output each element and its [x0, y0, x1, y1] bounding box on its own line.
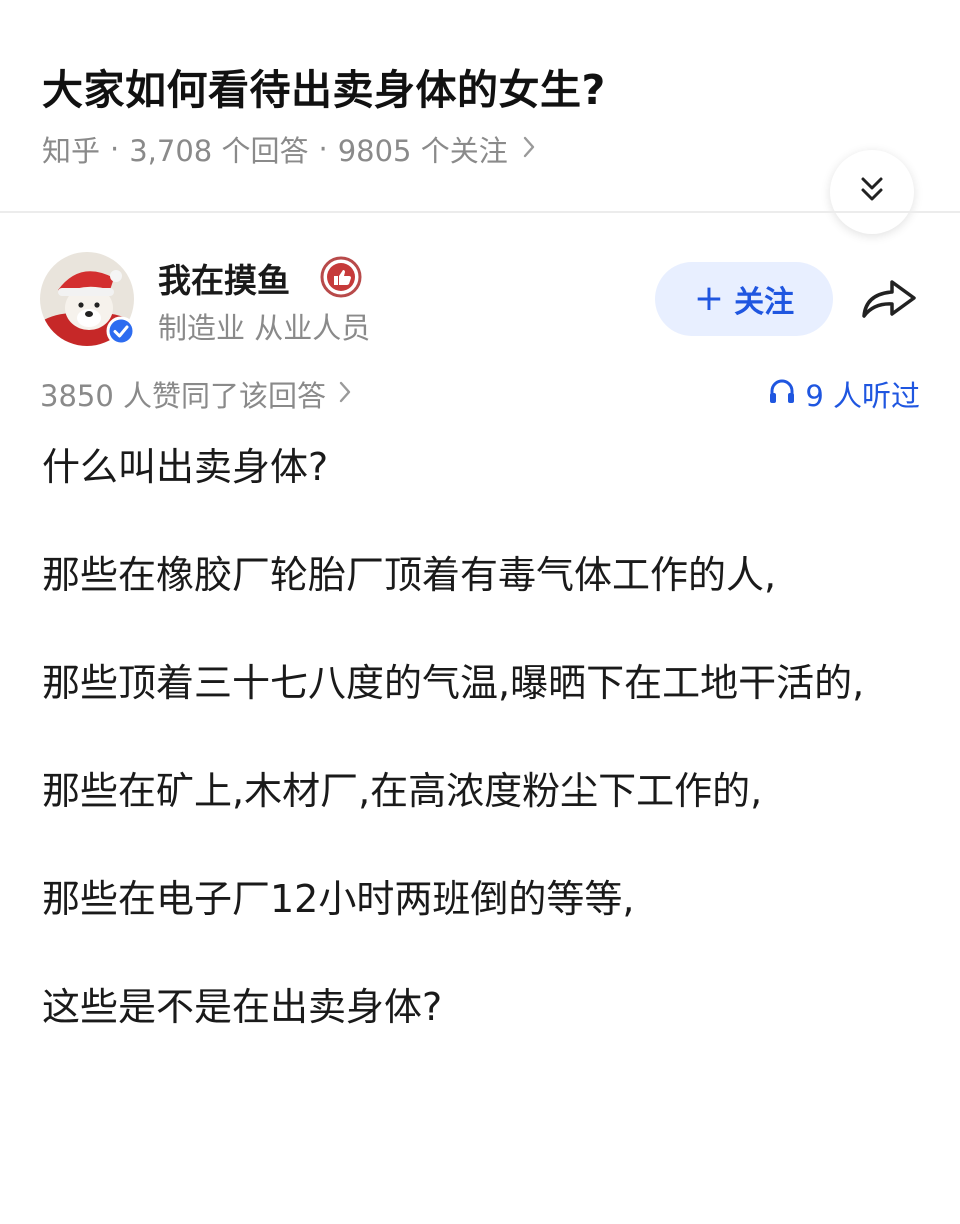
- answer-paragraph: 什么叫出卖身体?: [42, 445, 329, 489]
- chevron-right-icon: [522, 133, 536, 166]
- listen-label: 9 人听过: [805, 379, 920, 413]
- answer-paragraph: 那些在电子厂12小时两班倒的等等,: [42, 877, 635, 921]
- answer-content: 什么叫出卖身体? 那些在橡胶厂轮胎厂顶着有毒气体工作的人, 那些顶着三十七八度的…: [42, 440, 912, 1088]
- follower-count: 9805 个关注: [337, 134, 508, 168]
- chevron-right-icon: [338, 377, 352, 411]
- author-description: 制造业 从业人员: [158, 311, 371, 345]
- plus-icon: +: [693, 278, 725, 319]
- double-chevron-down-icon: [857, 175, 887, 209]
- collapse-button[interactable]: [830, 150, 914, 234]
- answer-paragraph: 那些在橡胶厂轮胎厂顶着有毒气体工作的人,: [42, 553, 777, 597]
- avatar[interactable]: [40, 252, 136, 346]
- meta-separator: ·: [110, 132, 120, 166]
- listen-count[interactable]: 9 人听过: [767, 373, 920, 415]
- answer-paragraph: 这些是不是在出卖身体?: [42, 985, 443, 1029]
- follow-button[interactable]: + 关注: [655, 262, 833, 336]
- header-divider: [0, 211, 960, 213]
- headphones-icon: [767, 376, 797, 413]
- verified-check-icon: [106, 316, 136, 350]
- follow-label: 关注: [734, 285, 795, 320]
- vote-label: 3850 人赞同了该回答: [40, 379, 327, 413]
- meta-separator: ·: [318, 132, 328, 166]
- answer-paragraph: 那些在矿上,木材厂,在高浓度粉尘下工作的,: [42, 769, 763, 813]
- share-arrow-icon[interactable]: [860, 276, 918, 322]
- question-title: 大家如何看待出卖身体的女生?: [42, 66, 606, 114]
- vote-count[interactable]: 3850 人赞同了该回答: [40, 373, 352, 415]
- author-name[interactable]: 我在摸鱼: [158, 254, 290, 302]
- answer-paragraph: 那些顶着三十七八度的气温,曝晒下在工地干活的,: [42, 661, 865, 705]
- question-meta[interactable]: 知乎 · 3,708 个回答 · 9805 个关注: [42, 128, 536, 170]
- source-label: 知乎: [42, 134, 101, 168]
- thumb-badge-icon: [320, 256, 362, 298]
- answer-count: 3,708 个回答: [129, 134, 309, 168]
